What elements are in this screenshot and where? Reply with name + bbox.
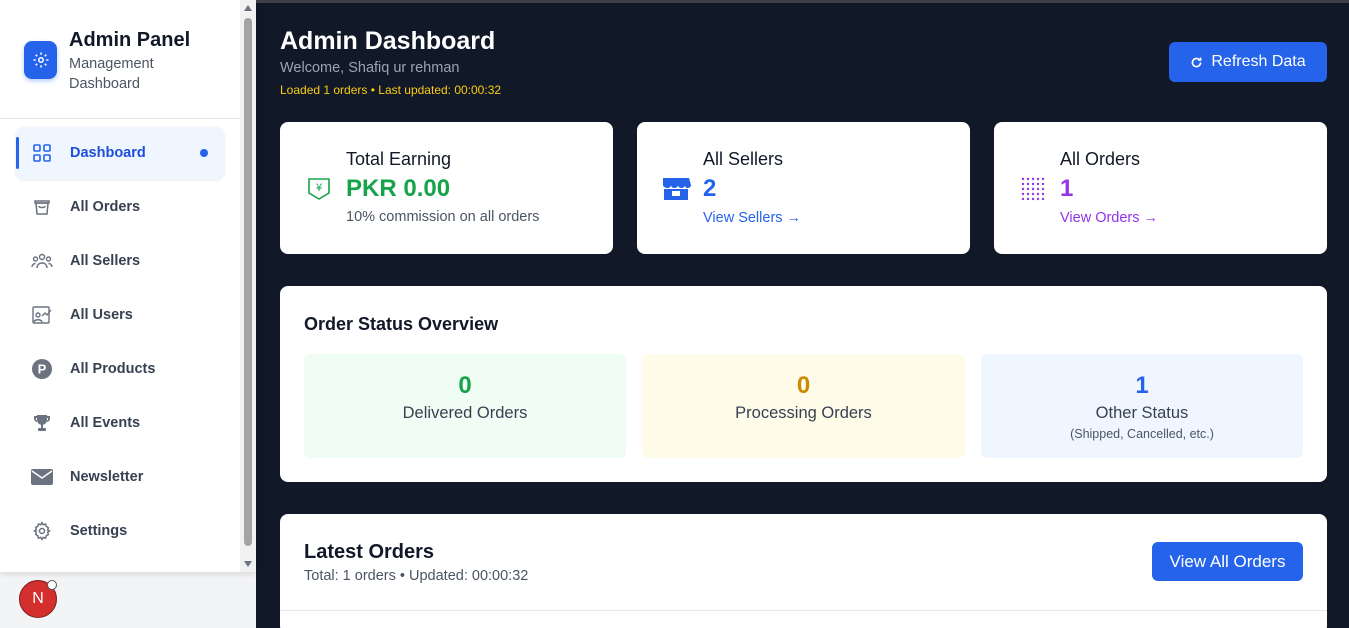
- product-p-icon: P: [30, 357, 54, 381]
- stat-title: Total Earning: [346, 149, 452, 169]
- sidebar-item-label: All Events: [70, 415, 141, 431]
- grid-icon: [30, 141, 54, 165]
- users-group-icon: [30, 249, 54, 273]
- sidebar-nav: Dashboard All Orders All Sellers All Use…: [16, 127, 224, 559]
- sidebar-item-all-users[interactable]: All Users: [16, 289, 224, 341]
- sidebar-item-all-sellers[interactable]: All Sellers: [16, 235, 224, 287]
- scroll-down-icon[interactable]: [244, 561, 252, 567]
- other-count: 1: [1135, 372, 1149, 399]
- yen-money-icon: ¥: [304, 174, 334, 204]
- view-sellers-link[interactable]: View Sellers →: [703, 210, 801, 226]
- delivered-label: Delivered Orders: [402, 404, 528, 422]
- sidebar-item-label: All Orders: [70, 199, 141, 215]
- processing-count: 0: [796, 372, 811, 399]
- delivered-orders-box: 0 Delivered Orders: [304, 354, 626, 458]
- sidebar-item-settings[interactable]: Settings: [16, 505, 224, 557]
- gear-icon: [24, 41, 57, 79]
- shopping-bag-icon: [30, 195, 54, 219]
- latest-orders-subtitle: Total: 1 orders • Updated: 00:00:32: [304, 568, 529, 584]
- order-status-overview: Order Status Overview 0 Delivered Orders…: [280, 286, 1327, 482]
- dots-grid-icon: [1018, 174, 1048, 204]
- overview-title: Order Status Overview: [304, 314, 499, 334]
- page-title: Admin Dashboard: [280, 27, 496, 55]
- sidebar-item-all-products[interactable]: P All Products: [16, 343, 224, 395]
- stat-value: 1: [1060, 175, 1074, 202]
- scroll-thumb[interactable]: [244, 18, 252, 546]
- all-sellers-card: All Sellers 2 View Sellers →: [637, 122, 970, 254]
- store-icon: [661, 174, 691, 204]
- stat-value: PKR 0.00: [346, 175, 451, 202]
- latest-divider: [280, 610, 1327, 611]
- stat-title: All Orders: [1060, 149, 1141, 169]
- svg-text:¥: ¥: [315, 182, 323, 194]
- sidebar-item-dashboard[interactable]: Dashboard: [16, 127, 224, 179]
- sidebar-item-label: All Sellers: [70, 253, 141, 269]
- loaded-status: Loaded 1 orders • Last updated: 00:00:32: [280, 83, 502, 97]
- stat-value: 2: [703, 175, 717, 202]
- delivered-count: 0: [458, 372, 472, 399]
- processing-label: Processing Orders: [735, 404, 872, 422]
- sidebar-item-newsletter[interactable]: Newsletter: [16, 451, 224, 503]
- sidebar-scrollbar[interactable]: [240, 0, 256, 572]
- sidebar-item-label: All Products: [70, 361, 156, 377]
- avatar-initial: N: [32, 590, 44, 607]
- processing-orders-box: 0 Processing Orders: [642, 354, 965, 458]
- refresh-label: Refresh Data: [1211, 53, 1306, 70]
- brand: Admin Panel Management Dashboard: [24, 28, 190, 94]
- sidebar-divider: [0, 118, 240, 119]
- main-content: Admin Dashboard Welcome, Shafiq ur rehma…: [256, 0, 1349, 628]
- all-orders-card: All Orders 1 View Orders →: [994, 122, 1327, 254]
- other-note: (Shipped, Cancelled, etc.): [1070, 427, 1214, 441]
- mail-icon: [30, 465, 54, 489]
- sidebar-item-all-orders[interactable]: All Orders: [16, 181, 224, 233]
- svg-text:P: P: [38, 362, 47, 377]
- avatar-status-dot: [47, 580, 57, 590]
- stat-title: All Sellers: [703, 149, 784, 169]
- sidebar-item-label: All Users: [70, 307, 133, 323]
- brand-title: Admin Panel: [69, 29, 191, 51]
- view-all-orders-button[interactable]: View All Orders: [1152, 542, 1303, 581]
- top-border: [256, 0, 1349, 3]
- welcome-text: Welcome, Shafiq ur rehman: [280, 60, 460, 76]
- sidebar-area: Admin Panel Management Dashboard Dashboa…: [0, 0, 256, 628]
- sidebar: Admin Panel Management Dashboard Dashboa…: [0, 0, 256, 572]
- sidebar-item-label: Dashboard: [70, 145, 146, 161]
- scroll-up-icon[interactable]: [244, 5, 252, 11]
- brand-subtitle: Management Dashboard: [69, 56, 154, 92]
- gear-icon: [30, 519, 54, 543]
- latest-orders-title: Latest Orders: [304, 541, 435, 563]
- refresh-data-button[interactable]: Refresh Data: [1169, 42, 1327, 82]
- refresh-icon: [1190, 56, 1203, 69]
- user-chart-icon: [30, 303, 54, 327]
- trophy-icon: [30, 411, 54, 435]
- sidebar-item-label: Newsletter: [70, 469, 144, 485]
- sidebar-item-label: Settings: [70, 523, 128, 539]
- stat-subtitle: 10% commission on all orders: [346, 209, 540, 225]
- active-indicator-dot: [200, 149, 208, 157]
- latest-orders-panel: Latest Orders Total: 1 orders • Updated:…: [280, 514, 1327, 628]
- other-status-box: 1 Other Status (Shipped, Cancelled, etc.…: [981, 354, 1303, 458]
- other-label: Other Status: [1095, 404, 1189, 422]
- sidebar-item-all-events[interactable]: All Events: [16, 397, 224, 449]
- total-earning-card: ¥ Total Earning PKR 0.00 10% commission …: [280, 122, 613, 254]
- avatar[interactable]: N: [19, 580, 57, 618]
- view-orders-link[interactable]: View Orders →: [1060, 210, 1158, 226]
